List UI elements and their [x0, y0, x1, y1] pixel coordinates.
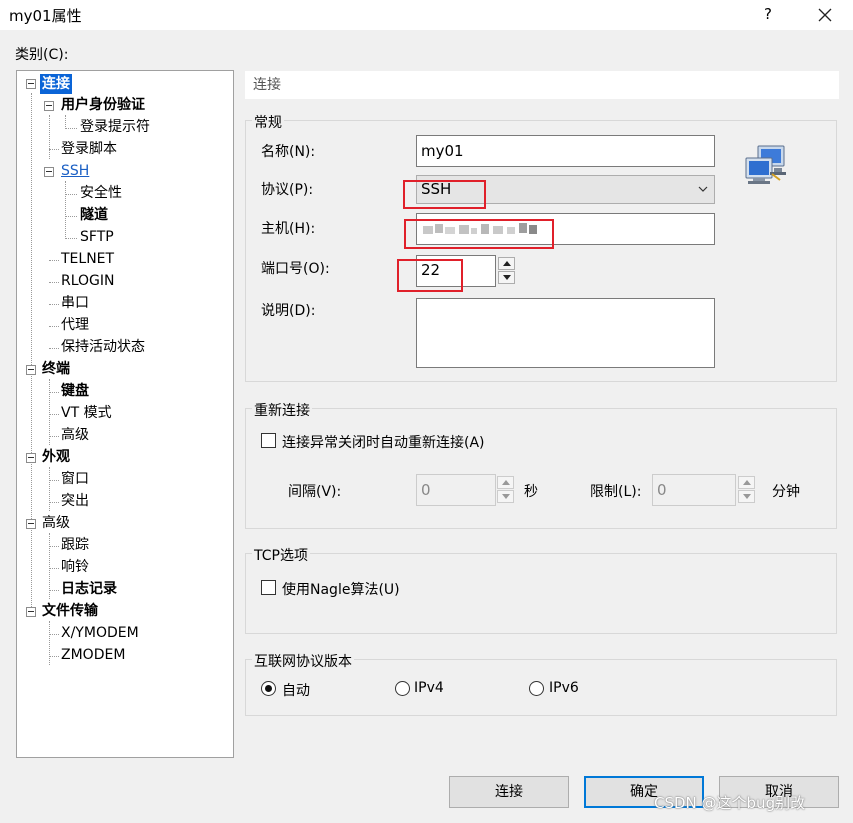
minutes-unit: 分钟 — [772, 484, 800, 500]
expand-advanced-icon[interactable] — [26, 519, 36, 529]
expand-ssh-icon[interactable] — [44, 167, 54, 177]
name-label: 名称(N): — [261, 144, 316, 160]
tree-item-terminal-advanced[interactable]: 高级 — [61, 425, 89, 445]
tree-item-ssh[interactable]: SSH — [61, 161, 89, 181]
category-tree[interactable]: 连接 用户身份验证 登录提示符 登录脚本 SSH 安全性 隧道 SFTP TEL… — [16, 70, 234, 758]
interval-field[interactable]: 0 — [416, 474, 496, 506]
close-button[interactable] — [812, 3, 838, 27]
arrow-down-icon — [502, 494, 510, 499]
limit-field[interactable]: 0 — [652, 474, 736, 506]
network-computers-icon — [745, 145, 786, 184]
reconnect-group-title: 重新连接 — [252, 400, 312, 420]
watermark: CSDN @这个bug别改 — [654, 794, 806, 812]
tree-item-logging[interactable]: 日志记录 — [61, 579, 117, 599]
tree-item-serial[interactable]: 串口 — [61, 293, 89, 313]
reconnect-group — [245, 408, 837, 529]
tree-item-login-prompt[interactable]: 登录提示符 — [80, 117, 150, 137]
tree-item-keepalive[interactable]: 保持活动状态 — [61, 337, 145, 357]
connect-button[interactable]: 连接 — [449, 776, 569, 808]
host-field[interactable] — [416, 213, 715, 245]
radio-auto[interactable] — [261, 681, 276, 696]
expand-connect-icon[interactable] — [26, 79, 36, 89]
tree-item-file-transfer[interactable]: 文件传输 — [42, 601, 98, 621]
general-group-title: 常规 — [252, 112, 284, 132]
arrow-down-icon — [503, 275, 511, 280]
arrow-up-icon — [502, 480, 510, 485]
radio-ipv6-label[interactable]: IPv6 — [549, 680, 579, 696]
tree-item-telnet[interactable]: TELNET — [61, 249, 114, 269]
interval-spin-up[interactable] — [497, 476, 514, 489]
radio-ipv4-label[interactable]: IPv4 — [414, 680, 444, 696]
port-spin-down[interactable] — [498, 271, 515, 284]
arrow-up-icon — [503, 261, 511, 266]
protocol-select-value: SSH — [421, 180, 452, 198]
chevron-down-icon — [698, 186, 708, 192]
port-field[interactable]: 22 — [416, 255, 496, 287]
expand-filetransfer-icon[interactable] — [26, 607, 36, 617]
description-label: 说明(D): — [261, 303, 316, 319]
port-label: 端口号(O): — [261, 261, 330, 277]
tree-item-trace[interactable]: 跟踪 — [61, 535, 89, 555]
description-field[interactable] — [416, 298, 715, 368]
tree-item-appearance[interactable]: 外观 — [42, 447, 70, 467]
category-label: 类别(C): — [15, 47, 69, 63]
seconds-unit: 秒 — [524, 484, 538, 500]
host-label: 主机(H): — [261, 221, 316, 237]
radio-ipv4[interactable] — [395, 681, 410, 696]
tree-item-zmodem[interactable]: ZMODEM — [61, 645, 125, 665]
tree-item-proxy[interactable]: 代理 — [61, 315, 89, 335]
tree-item-sftp[interactable]: SFTP — [80, 227, 114, 247]
tree-item-xymodem[interactable]: X/YMODEM — [61, 623, 139, 643]
radio-ipv6[interactable] — [529, 681, 544, 696]
interval-label: 间隔(V): — [288, 484, 342, 500]
nagle-checkbox[interactable] — [261, 580, 276, 595]
tree-item-security[interactable]: 安全性 — [80, 183, 122, 203]
page-header: 连接 — [245, 71, 839, 99]
limit-label: 限制(L): — [590, 484, 642, 500]
expand-auth-icon[interactable] — [44, 101, 54, 111]
tree-item-login-script[interactable]: 登录脚本 — [61, 139, 117, 159]
interval-spin-down[interactable] — [497, 490, 514, 503]
auto-reconnect-label[interactable]: 连接异常关闭时自动重新连接(A) — [282, 432, 485, 452]
protocol-label: 协议(P): — [261, 182, 314, 198]
auto-reconnect-checkbox[interactable] — [261, 433, 276, 448]
tree-item-bell[interactable]: 响铃 — [61, 557, 89, 577]
tcp-group-title: TCP选项 — [252, 545, 310, 565]
protocol-select[interactable]: SSH — [416, 175, 715, 204]
arrow-down-icon — [743, 494, 751, 499]
port-spin-up[interactable] — [498, 257, 515, 270]
tree-item-window[interactable]: 窗口 — [61, 469, 89, 489]
tree-item-tunnel[interactable]: 隧道 — [80, 205, 108, 225]
limit-spin-up[interactable] — [738, 476, 755, 489]
ip-version-group-title: 互联网协议版本 — [252, 651, 354, 671]
limit-spin-down[interactable] — [738, 490, 755, 503]
arrow-up-icon — [743, 480, 751, 485]
tree-item-vt-mode[interactable]: VT 模式 — [61, 403, 112, 423]
tree-item-advanced[interactable]: 高级 — [42, 513, 70, 533]
expand-terminal-icon[interactable] — [26, 365, 36, 375]
help-button[interactable]: ? — [755, 3, 781, 27]
close-icon — [818, 8, 832, 22]
blurred-host-value — [423, 223, 537, 234]
window-title: my01属性 — [9, 7, 82, 25]
tree-item-auth[interactable]: 用户身份验证 — [61, 95, 145, 115]
tree-item-rlogin[interactable]: RLOGIN — [61, 271, 115, 291]
tree-item-terminal[interactable]: 终端 — [42, 359, 70, 379]
nagle-label[interactable]: 使用Nagle算法(U) — [282, 579, 400, 599]
title-bar: my01属性 ? — [0, 0, 853, 30]
tree-item-keyboard[interactable]: 键盘 — [61, 381, 89, 401]
radio-auto-label[interactable]: 自动 — [282, 680, 310, 700]
name-field[interactable]: my01 — [416, 135, 715, 167]
tree-item-highlight[interactable]: 突出 — [61, 491, 89, 511]
tree-item-connect[interactable]: 连接 — [40, 74, 72, 94]
expand-appearance-icon[interactable] — [26, 453, 36, 463]
